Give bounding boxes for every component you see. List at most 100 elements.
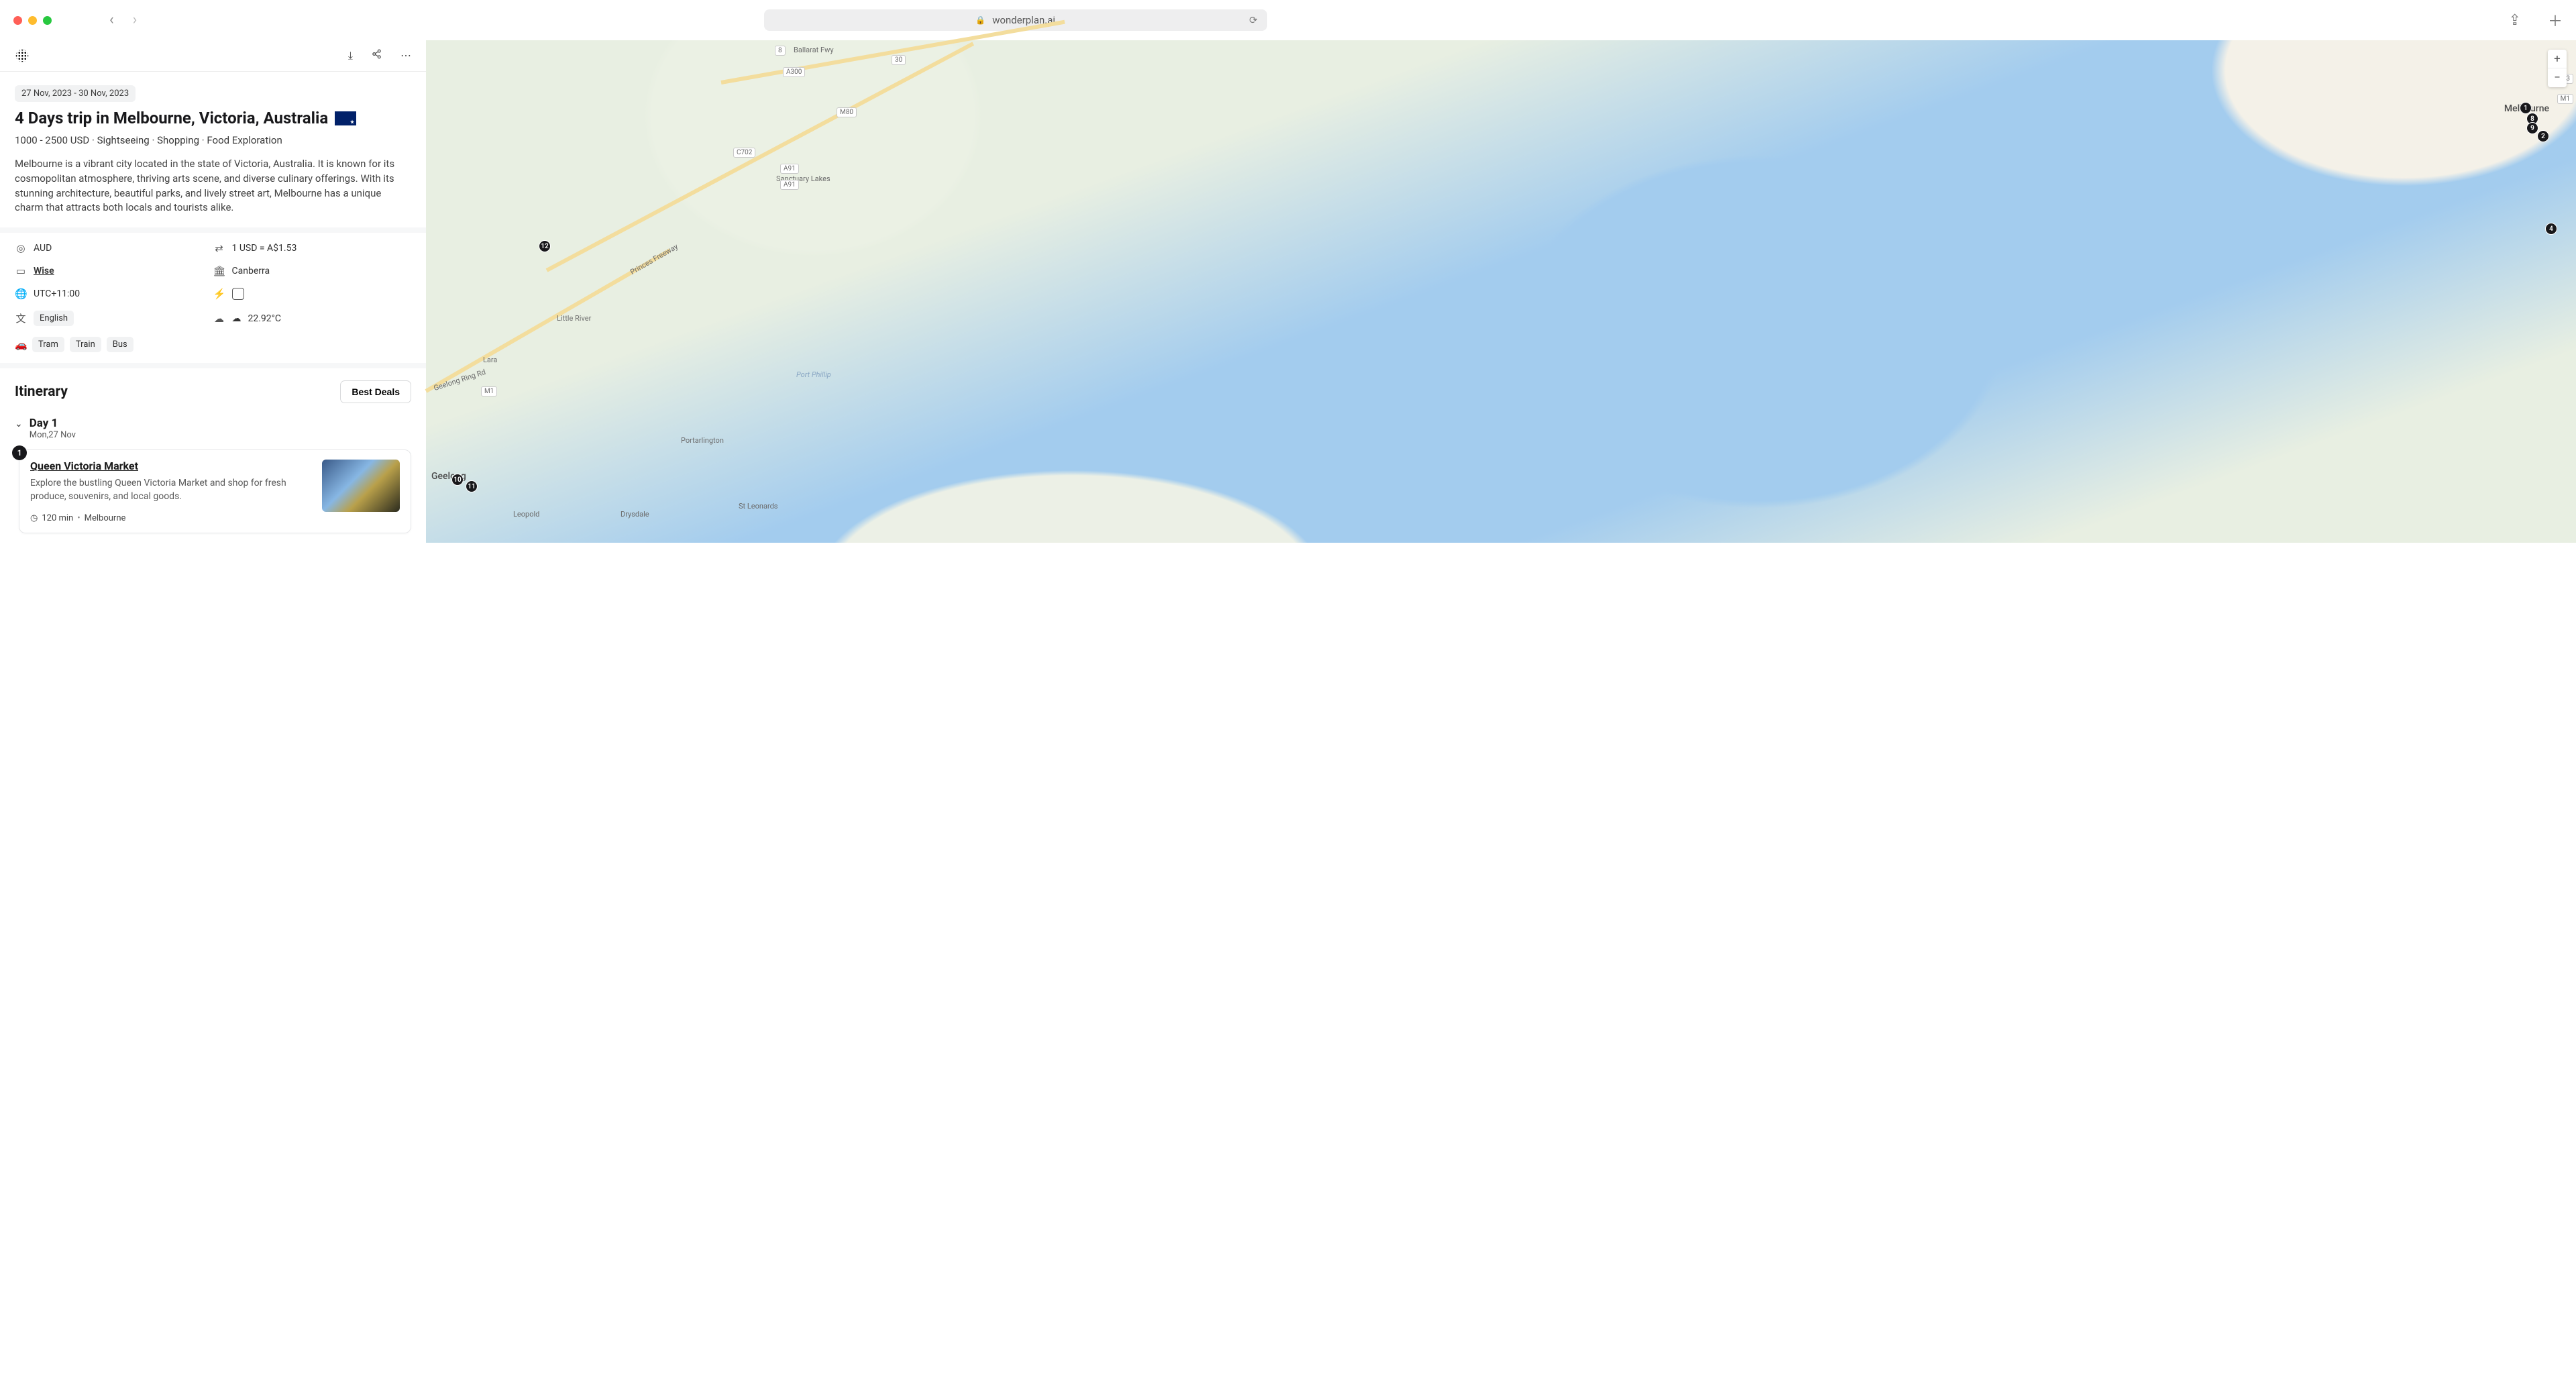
weather-value: 22.92°C <box>248 313 282 324</box>
map-route-badge: A300 <box>783 67 805 77</box>
map-town-label: Little River <box>557 314 591 323</box>
trip-title-text: 4 Days trip in Melbourne, Victoria, Aust… <box>15 109 328 127</box>
info-grid: ◎ AUD ⇄ 1 USD = A$1.53 ▭ Wise 🏛 Canberra… <box>0 227 426 363</box>
info-exchange: ⇄ 1 USD = A$1.53 <box>213 242 412 254</box>
map-route-badge: A91 <box>780 164 799 174</box>
map-town-label: Lara <box>483 356 497 364</box>
map-pin[interactable]: 4 <box>2545 223 2557 235</box>
new-tab-icon[interactable]: ＋ <box>2548 9 2563 31</box>
info-currency: ◎ AUD <box>15 242 213 254</box>
car-icon: 🚗 <box>15 339 27 351</box>
nav-back[interactable]: ‹ <box>109 13 114 28</box>
map-pin[interactable]: 9 <box>2526 122 2538 134</box>
poi-title[interactable]: Queen Victoria Market <box>30 460 313 472</box>
socket-type-icon <box>232 288 244 300</box>
zoom-out-button[interactable]: − <box>2548 68 2567 87</box>
poi-description: Explore the bustling Queen Victoria Mark… <box>30 476 313 504</box>
transport-bus: Bus <box>107 337 133 352</box>
flag-icon <box>335 111 356 125</box>
poi-card[interactable]: 1 Queen Victoria Market Explore the bust… <box>19 449 411 533</box>
download-icon[interactable]: ⤓ <box>348 49 353 62</box>
browser-share-icon[interactable]: ⇪ <box>2509 12 2521 29</box>
map-road-label: Ballarat Fwy <box>794 46 834 54</box>
capital-value: Canberra <box>232 266 270 276</box>
poi-duration: 120 min <box>42 513 73 523</box>
trip-tags: 1000 - 2500 USD · Sightseeing · Shopping… <box>15 134 411 146</box>
app-logo[interactable] <box>15 48 30 63</box>
chevron-down-icon[interactable]: ⌄ <box>15 419 23 429</box>
best-deals-button[interactable]: Best Deals <box>340 380 411 403</box>
poi-index-marker: 1 <box>12 445 27 460</box>
map-canvas[interactable]: Melbourne Sanctuary Lakes Little River L… <box>426 40 2576 543</box>
info-transport: 🚗 Tram Train Bus <box>15 337 411 352</box>
window-maximize[interactable] <box>43 16 52 25</box>
dot-separator: • <box>77 513 80 523</box>
browser-right-icons: ⇪ ＋ <box>2509 9 2563 31</box>
trip-title: 4 Days trip in Melbourne, Victoria, Aust… <box>15 109 411 127</box>
itinerary-section: Itinerary Best Deals ⌄ Day 1 Mon,27 Nov … <box>0 363 426 543</box>
share-icon[interactable] <box>372 49 382 62</box>
map-route-badge: 8 <box>775 46 786 56</box>
window-controls <box>13 16 52 25</box>
language-value: English <box>34 311 74 326</box>
nav-arrows: ‹ › <box>109 13 137 28</box>
map-route-badge: M1 <box>2557 94 2573 104</box>
info-weather: ☁ ☁ 22.92°C <box>213 311 412 326</box>
map-route-badge: M80 <box>837 107 857 117</box>
card-link[interactable]: Wise <box>34 266 54 276</box>
info-sockets: ⚡ <box>213 288 412 300</box>
info-language: 文 English <box>15 311 213 326</box>
transport-tram: Tram <box>32 337 64 352</box>
map-route-badge: 30 <box>892 55 906 65</box>
panel-header: ⤓ ⋯ <box>0 40 426 72</box>
poi-city: Melbourne <box>85 513 126 523</box>
map-town-label: Portarlington <box>681 436 724 445</box>
map-pin[interactable]: 2 <box>2537 130 2549 142</box>
browser-chrome: ‹ › 🔒 wonderplan.ai ⟳ ⇪ ＋ <box>0 0 2576 40</box>
trip-description: Melbourne is a vibrant city located in t… <box>15 157 411 215</box>
poi-meta: ◷ 120 min • Melbourne <box>30 513 313 523</box>
map-zoom-controls: + − <box>2548 50 2567 87</box>
nav-forward: › <box>133 13 138 28</box>
map-water-label: Port Phillip <box>796 370 831 379</box>
poi-image <box>322 460 400 512</box>
socket-icons <box>232 288 244 300</box>
currency-value: AUD <box>34 243 52 254</box>
date-range-pill: 27 Nov, 2023 - 30 Nov, 2023 <box>15 85 136 102</box>
day-header[interactable]: ⌄ Day 1 Mon,27 Nov <box>15 417 411 440</box>
plug-icon: ⚡ <box>213 288 225 300</box>
window-minimize[interactable] <box>28 16 37 25</box>
more-icon[interactable]: ⋯ <box>400 49 411 62</box>
refresh-icon[interactable]: ⟳ <box>1249 14 1258 26</box>
trip-overview: 27 Nov, 2023 - 30 Nov, 2023 4 Days trip … <box>0 72 426 227</box>
language-icon: 文 <box>15 311 27 325</box>
info-timezone: 🌐 UTC+11:00 <box>15 288 213 300</box>
info-capital: 🏛 Canberra <box>213 265 412 277</box>
poi-body: Queen Victoria Market Explore the bustli… <box>30 460 400 523</box>
card-icon: ▭ <box>15 265 27 277</box>
map-town-label: Leopold <box>513 510 539 519</box>
map-town-label: St Leonards <box>739 502 777 511</box>
zoom-in-button[interactable]: + <box>2548 50 2567 68</box>
map-route-badge: C702 <box>733 148 755 158</box>
map-pin[interactable]: 1 <box>2520 102 2532 114</box>
map-pin[interactable]: 10 <box>451 474 464 486</box>
window-close[interactable] <box>13 16 22 25</box>
map-town-label: Drysdale <box>621 510 649 519</box>
currency-icon: ◎ <box>15 242 27 254</box>
lock-icon: 🔒 <box>975 15 985 25</box>
map-route-badge: M1 <box>481 386 497 396</box>
map-pin[interactable]: 11 <box>466 480 478 492</box>
exchange-icon: ⇄ <box>213 242 225 254</box>
poi-text: Queen Victoria Market Explore the bustli… <box>30 460 313 523</box>
map-land <box>426 40 2576 543</box>
map-route-badge: A91 <box>780 180 799 190</box>
map-pin[interactable]: 12 <box>539 240 551 252</box>
day-labels: Day 1 Mon,27 Nov <box>30 417 76 440</box>
clock-icon: ◷ <box>30 513 38 523</box>
weather-icon: ☁ <box>213 313 225 325</box>
info-card: ▭ Wise <box>15 265 213 277</box>
address-bar[interactable]: 🔒 wonderplan.ai ⟳ <box>764 9 1267 31</box>
left-panel[interactable]: ⤓ ⋯ 27 Nov, 2023 - 30 Nov, 2023 4 Days t… <box>0 40 426 543</box>
day-label: Day 1 <box>30 417 76 430</box>
